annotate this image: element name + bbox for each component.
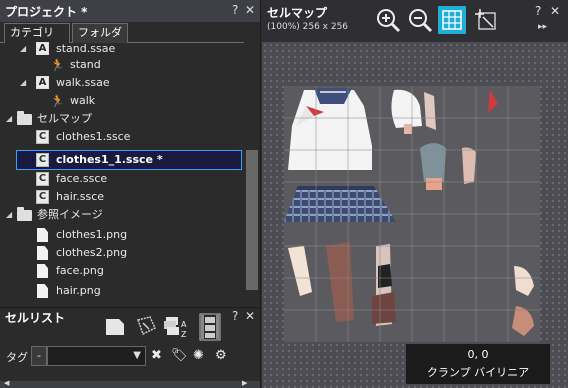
tag-minus-button[interactable]: - bbox=[31, 346, 47, 366]
cellmap-file-icon: C bbox=[36, 190, 49, 204]
scroll-left-icon[interactable]: ◀ bbox=[4, 379, 9, 387]
origin-icon[interactable] bbox=[472, 6, 500, 34]
tree-item-clothes1-1-ssce[interactable]: C clothes1_1.ssce * bbox=[16, 150, 242, 170]
tree-item-label: hair.ssce bbox=[56, 190, 105, 203]
expand-toolbar-icon[interactable]: ▸▸ bbox=[538, 22, 547, 32]
tree-item-label: clothes2.png bbox=[56, 246, 128, 259]
project-panel: プロジェクト * ? ✕ カテゴリ フォルダ ◢ A stand.ssae 🏃 … bbox=[0, 0, 261, 306]
tag-label: タグ bbox=[6, 351, 28, 364]
tree-item-walk[interactable]: 🏃 walk bbox=[50, 92, 240, 110]
cellmap-texture[interactable] bbox=[284, 86, 540, 342]
sparkle-icon[interactable]: ✺ bbox=[193, 348, 204, 363]
cellmap-file-icon: C bbox=[36, 130, 49, 144]
tree-item-clothes2-png[interactable]: clothes2.png bbox=[37, 244, 240, 262]
tree-item-label: face.png bbox=[56, 264, 104, 277]
motion-icon: 🏃 bbox=[50, 94, 65, 108]
expand-arrow-icon[interactable]: ◢ bbox=[6, 206, 12, 224]
tree-item-label: face.ssce bbox=[56, 172, 108, 185]
tree-item-label: clothes1.ssce bbox=[56, 130, 131, 143]
help-button[interactable]: ? bbox=[232, 3, 238, 17]
motion-icon: 🏃 bbox=[50, 58, 65, 72]
expand-arrow-icon[interactable]: ◢ bbox=[6, 110, 12, 128]
celllist-panel: セルリスト ? ✕ A Z タグ - ▼ ✖ 🏷 ✺ ⚙ ◀ ▶ bbox=[0, 307, 261, 388]
sort-icon[interactable]: A Z bbox=[163, 313, 191, 341]
tree-item-clothes1-ssce[interactable]: C clothes1.ssce bbox=[36, 128, 240, 146]
svg-text:Z: Z bbox=[181, 330, 187, 339]
scroll-right-icon[interactable]: ▶ bbox=[242, 379, 247, 387]
cellmap-file-icon: C bbox=[36, 153, 49, 167]
celllist-scrollbar[interactable]: ◀ ▶ bbox=[0, 379, 260, 388]
tree-item-label: walk.ssae bbox=[56, 76, 110, 89]
tree-item-label: clothes1.png bbox=[56, 228, 128, 241]
tree-item-label: clothes1_1.ssce * bbox=[56, 153, 163, 166]
tree-item-label: セルマップ bbox=[37, 112, 92, 125]
tree-item-reference-folder[interactable]: ◢ 参照イメージ bbox=[6, 206, 240, 224]
expand-arrow-icon[interactable]: ◢ bbox=[20, 74, 26, 92]
tree-item-clothes1-png[interactable]: clothes1.png bbox=[37, 226, 240, 244]
tree-item-hair-png[interactable]: hair.png bbox=[37, 282, 240, 300]
edit-cell-icon[interactable] bbox=[134, 314, 158, 338]
zoom-out-icon[interactable] bbox=[406, 6, 434, 34]
filmstrip-icon[interactable] bbox=[197, 312, 223, 342]
cursor-coordinates: 0, 0 bbox=[467, 348, 489, 361]
tree-scrollbar-thumb[interactable] bbox=[246, 150, 258, 290]
new-cell-icon[interactable] bbox=[104, 317, 126, 337]
tree-item-hair-ssce[interactable]: C hair.ssce bbox=[36, 188, 240, 206]
folder-icon bbox=[17, 207, 32, 221]
tree-item-label: stand bbox=[70, 58, 101, 71]
celllist-title: セルリスト bbox=[5, 311, 66, 325]
tree-item-label: walk bbox=[70, 94, 96, 107]
svg-text:A: A bbox=[181, 320, 187, 329]
delete-icon[interactable]: ✖ bbox=[151, 348, 162, 363]
folder-icon bbox=[17, 111, 32, 125]
close-button[interactable]: ✕ bbox=[245, 3, 255, 17]
project-tree: ◢ A stand.ssae 🏃 stand ◢ A walk.ssae 🏃 w… bbox=[0, 36, 244, 302]
image-file-icon bbox=[37, 284, 48, 298]
cellmap-zoom-info: (100%) 256 x 256 bbox=[267, 22, 349, 32]
tree-item-face-ssce[interactable]: C face.ssce bbox=[36, 170, 240, 188]
tree-item-label: 参照イメージ bbox=[37, 208, 103, 221]
help-button[interactable]: ? bbox=[535, 4, 541, 18]
settings-icon[interactable]: ⚙ bbox=[215, 348, 227, 363]
expand-arrow-icon[interactable]: ◢ bbox=[20, 40, 26, 58]
chevron-down-icon: ▼ bbox=[133, 350, 141, 361]
cellmap-header: セルマップ (100%) 256 x 256 ? ✕ ▸▸ bbox=[262, 0, 568, 42]
grid-icon[interactable] bbox=[438, 6, 466, 34]
anime-file-icon: A bbox=[36, 76, 49, 89]
cellmap-canvas[interactable]: 0, 0 クランプ バイリニア bbox=[262, 42, 568, 388]
tree-item-label: hair.png bbox=[56, 284, 101, 297]
close-button[interactable]: ✕ bbox=[245, 309, 255, 323]
cellmap-title: セルマップ bbox=[267, 6, 328, 20]
tree-item-stand[interactable]: 🏃 stand bbox=[50, 56, 240, 74]
cellmap-panel: セルマップ (100%) 256 x 256 ? ✕ ▸▸ 0, 0 クランプ … bbox=[262, 0, 568, 388]
close-button[interactable]: ✕ bbox=[550, 4, 560, 18]
tag-icon[interactable]: 🏷 bbox=[171, 348, 188, 363]
tree-item-face-png[interactable]: face.png bbox=[37, 262, 240, 280]
tree-item-walk-ssae[interactable]: ◢ A walk.ssae bbox=[20, 74, 240, 92]
anime-file-icon: A bbox=[36, 42, 49, 55]
image-file-icon bbox=[37, 246, 48, 260]
image-file-icon bbox=[37, 228, 48, 242]
tag-select[interactable]: ▼ bbox=[47, 346, 146, 366]
coordinate-readout: 0, 0 クランプ バイリニア bbox=[406, 344, 550, 384]
help-button[interactable]: ? bbox=[232, 309, 238, 323]
project-title: プロジェクト * bbox=[5, 5, 88, 19]
texture-image bbox=[284, 86, 540, 342]
image-file-icon bbox=[37, 264, 48, 278]
project-titlebar: プロジェクト * ? ✕ bbox=[0, 0, 260, 22]
tree-item-cellmap-folder[interactable]: ◢ セルマップ bbox=[6, 110, 240, 128]
cellmap-file-icon: C bbox=[36, 172, 49, 186]
filter-mode: クランプ バイリニア bbox=[426, 366, 530, 379]
zoom-in-icon[interactable] bbox=[374, 6, 402, 34]
